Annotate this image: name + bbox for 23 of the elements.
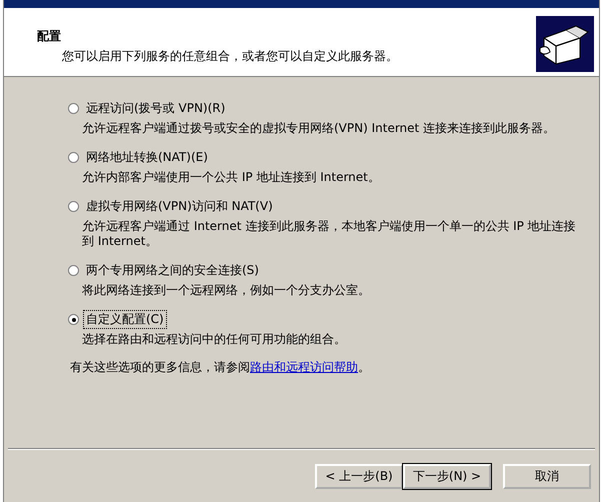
wizard-button[interactable]: 下一步(N) > bbox=[403, 464, 491, 488]
wizard-button[interactable]: 取消 bbox=[503, 464, 591, 488]
radio-button[interactable] bbox=[68, 152, 79, 163]
page-title: 配置 bbox=[37, 28, 62, 45]
help-link[interactable]: 路由和远程访问帮助 bbox=[250, 360, 358, 374]
wizard-button[interactable]: < 上一步(B) bbox=[315, 464, 403, 488]
option-label[interactable]: 自定义配置(C) bbox=[83, 310, 167, 329]
option-description: 允许远程客户端通过 Internet 连接到此服务器，本地客户端使用一个单一的公共 IP 地址连接到 Internet。 bbox=[82, 219, 577, 249]
option-description: 允许远程客户端通过拨号或安全的虚拟专用网络(VPN) Internet 连接来连接到此服务器。 bbox=[82, 121, 556, 136]
radio-button[interactable] bbox=[68, 103, 79, 114]
help-text: 有关这些选项的更多信息，请参阅路由和远程访问帮助。 bbox=[70, 359, 371, 376]
radio-button[interactable] bbox=[68, 201, 79, 212]
option-label[interactable]: 网络地址转换(NAT)(E) bbox=[83, 148, 211, 167]
option-label[interactable]: 虚拟专用网络(VPN)访问和 NAT(V) bbox=[83, 197, 276, 216]
option-description: 将此网络连接到一个远程网络，例如一个分支办公室。 bbox=[82, 283, 371, 298]
network-device-icon bbox=[536, 16, 594, 72]
page-subtitle: 您可以启用下列服务的任意组合，或者您可以自定义此服务器。 bbox=[62, 48, 398, 65]
radio-button[interactable] bbox=[68, 265, 79, 276]
option-description: 允许内部客户端使用一个公共 IP 地址连接到 Internet。 bbox=[82, 170, 381, 185]
radio-button[interactable] bbox=[68, 314, 79, 325]
option-label[interactable]: 远程访问(拨号或 VPN)(R) bbox=[83, 99, 228, 118]
option-label[interactable]: 两个专用网络之间的安全连接(S) bbox=[83, 261, 262, 280]
option-description: 选择在路由和远程访问中的任何可用功能的组合。 bbox=[82, 332, 347, 347]
